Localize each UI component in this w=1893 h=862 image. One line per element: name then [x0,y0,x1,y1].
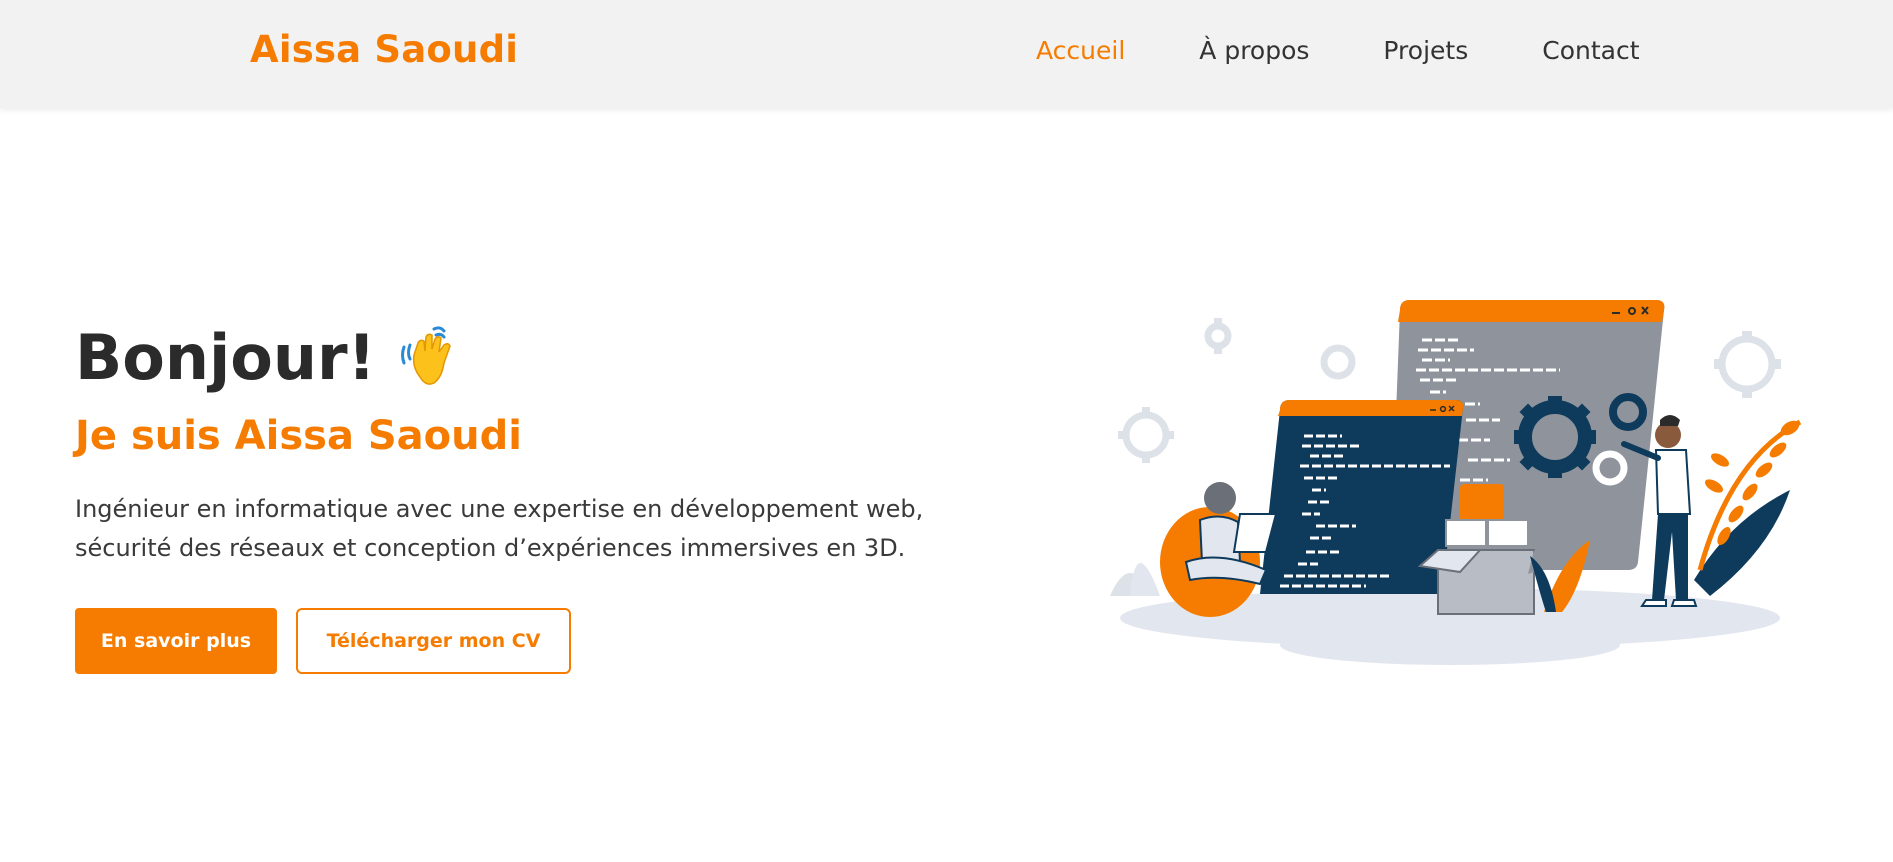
hero-subtitle: Je suis Aissa Saoudi [75,413,522,459]
hero-section: Bonjour! Je suis Aissa Saoudi Ingénieur … [75,318,955,674]
developers-coding-illustration [1110,300,1802,665]
nav-links: Accueil À propos Projets Contact [1036,36,1640,65]
learn-more-button[interactable]: En savoir plus [75,608,277,674]
waving-hand-icon [400,326,451,385]
nav-link-accueil[interactable]: Accueil [1036,36,1125,65]
nav-link-projets[interactable]: Projets [1383,36,1468,65]
navbar: Aissa Saoudi Accueil À propos Projets Co… [0,0,1893,108]
description-line-1: Ingénieur en informatique avec une exper… [75,495,924,523]
description-line-2: sécurité des réseaux et conception d’exp… [75,534,906,562]
brand-logo[interactable]: Aissa Saoudi [250,28,518,71]
nav-link-contact[interactable]: Contact [1542,36,1639,65]
nav-link-a-propos[interactable]: À propos [1199,36,1309,65]
greeting-text: Bonjour! [75,321,376,394]
hero-greeting: Bonjour! [75,318,955,398]
hero-buttons: En savoir plus Télécharger mon CV [75,608,955,674]
download-cv-button[interactable]: Télécharger mon CV [296,608,571,674]
hero-description: Ingénieur en informatique avec une exper… [75,490,955,568]
